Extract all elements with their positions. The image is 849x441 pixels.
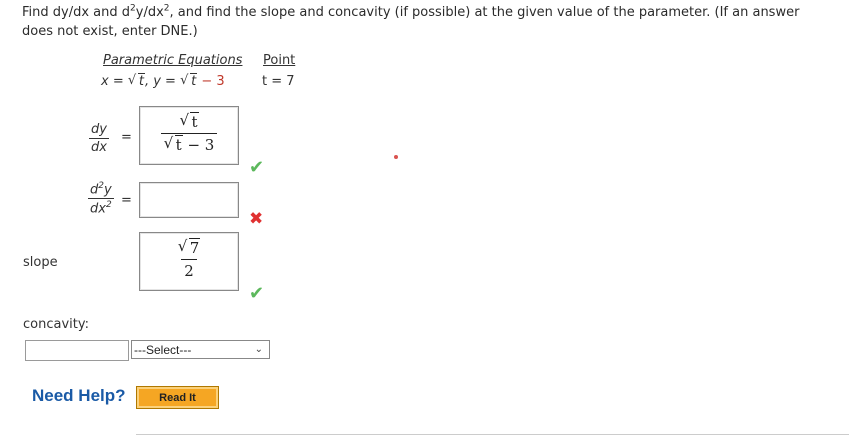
cross-icon: ✖ [249,209,264,229]
d2ydx2-label: d2y dx2 [88,181,114,217]
header-parametric-equations: Parametric Equations [103,53,243,68]
slope-label: slope [23,255,58,270]
divider [136,434,849,435]
check-icon: ✔ [249,157,265,178]
status-dot [394,155,398,159]
slope-answer-box[interactable]: 7 2 [139,232,239,291]
need-help-label: Need Help? [32,386,126,405]
d2ydx2-equals: = [121,193,132,208]
dydx-equals: = [121,130,132,145]
dydx-answer-box[interactable]: t t − 3 [139,106,239,165]
check-icon: ✔ [249,283,265,304]
dydx-label: dy dx [89,122,109,155]
read-it-button[interactable]: Read It [136,386,219,409]
slope-answer-expression: 7 2 [140,237,238,280]
parametric-equations: x = t, y = t − 3 [101,73,225,89]
chevron-down-icon: ⌄ [254,344,263,355]
header-point: Point [263,53,296,68]
concavity-text-input[interactable] [25,340,129,361]
dydx-answer-expression: t t − 3 [140,111,238,154]
concavity-select-value: ---Select--- [134,342,192,357]
question-prompt: Find dy/dx and d2y/dx2, and find the slo… [22,3,800,39]
concavity-label: concavity: [23,317,89,332]
concavity-select[interactable]: ---Select--- ⌄ [131,340,270,359]
d2ydx2-answer-input[interactable] [139,182,239,218]
point-value: t = 7 [262,74,295,89]
